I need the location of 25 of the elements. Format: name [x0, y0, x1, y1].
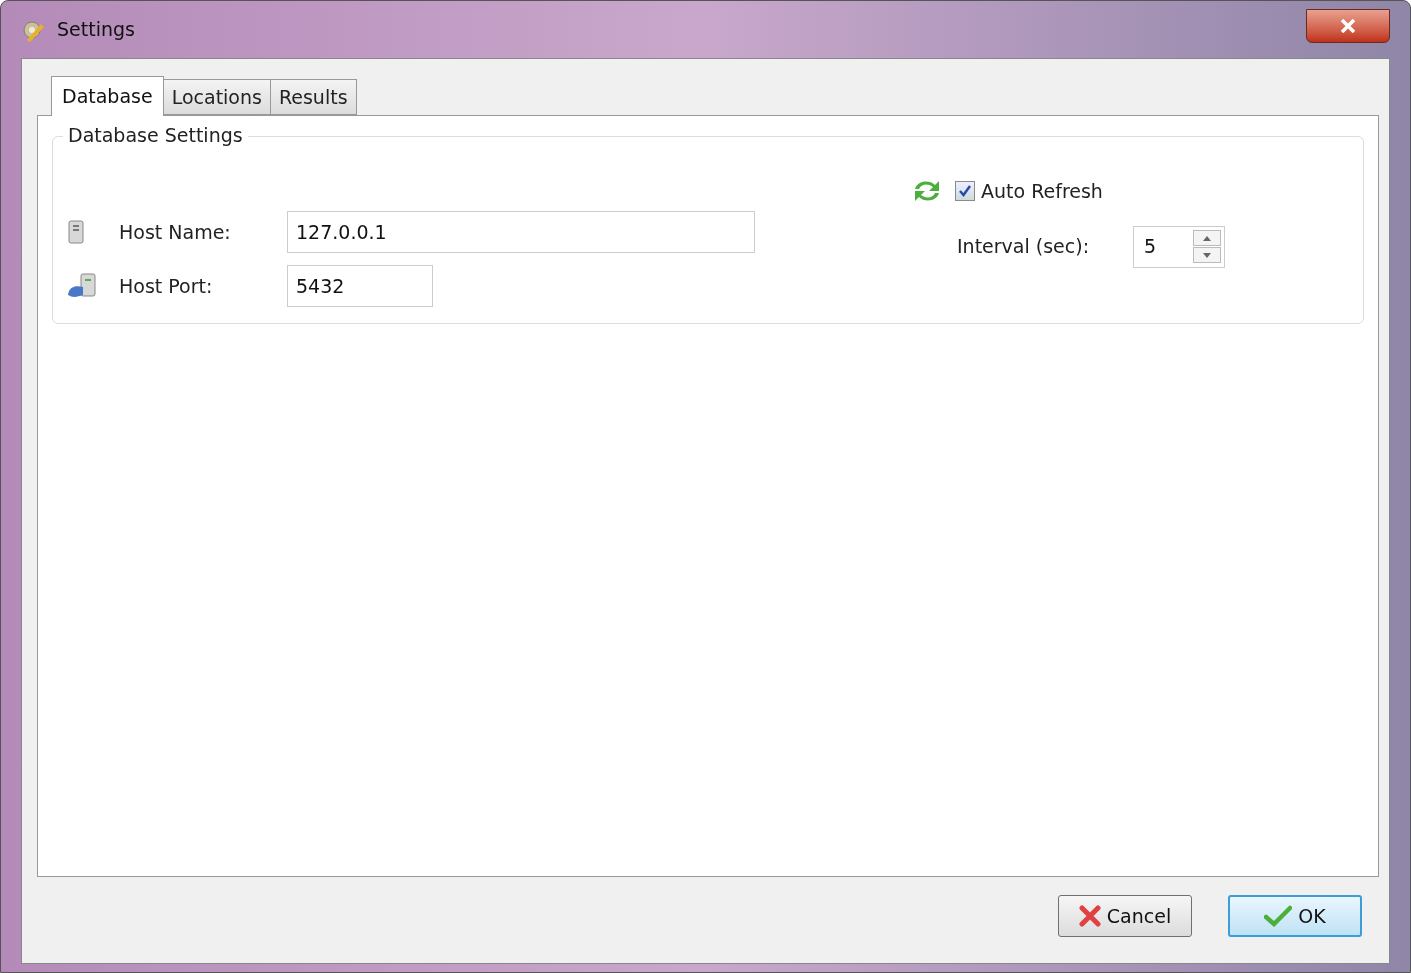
- ok-button[interactable]: OK: [1228, 895, 1362, 937]
- check-icon: [959, 185, 971, 198]
- interval-spinner[interactable]: 5: [1133, 225, 1225, 268]
- close-button[interactable]: [1306, 9, 1390, 43]
- interval-label: Interval (sec):: [957, 234, 1091, 260]
- checkbox[interactable]: [955, 181, 975, 202]
- tab[interactable]: Results: [270, 79, 357, 115]
- spin-down-button[interactable]: [1193, 247, 1221, 263]
- cross-icon: [1078, 905, 1101, 927]
- tab[interactable]: Database: [51, 76, 164, 116]
- window-title: Settings: [57, 17, 135, 43]
- check-icon: [1264, 905, 1293, 927]
- server-icon: [67, 220, 85, 244]
- cancel-button[interactable]: Cancel: [1058, 895, 1192, 937]
- input-field[interactable]: 127.0.0.1: [287, 211, 755, 253]
- field-label: Host Name:: [119, 219, 232, 245]
- up-arrow-icon: [1203, 235, 1211, 241]
- tab[interactable]: Locations: [163, 79, 271, 115]
- field-label: Host Port:: [119, 273, 214, 299]
- server-plug-icon: [67, 273, 97, 299]
- checkbox-label[interactable]: Auto Refresh: [981, 177, 1103, 206]
- close-icon: [1340, 19, 1356, 33]
- down-arrow-icon: [1203, 252, 1211, 258]
- input-field[interactable]: 5432: [287, 265, 433, 307]
- spin-up-button[interactable]: [1193, 230, 1221, 246]
